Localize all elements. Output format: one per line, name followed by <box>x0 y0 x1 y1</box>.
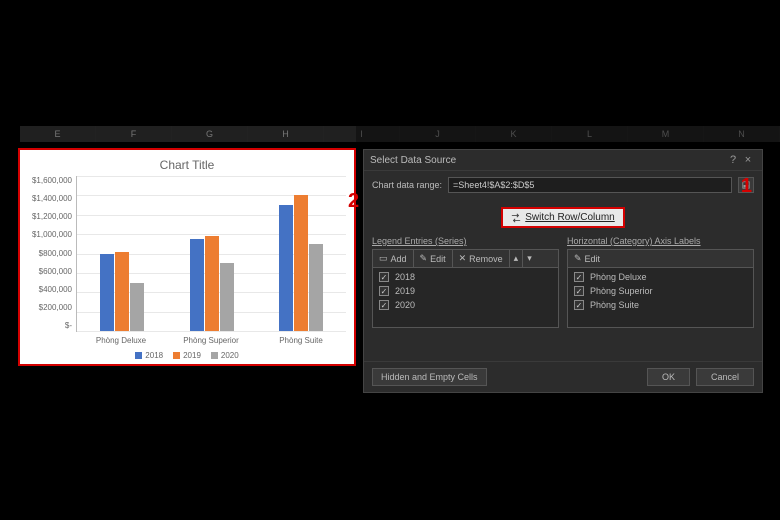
switch-button-label: Switch Row/Column <box>525 212 614 223</box>
hidden-empty-cells-button[interactable]: Hidden and Empty Cells <box>372 368 487 386</box>
ok-button[interactable]: OK <box>647 368 690 386</box>
col-header: E <box>20 126 96 142</box>
remove-series-button[interactable]: ✕Remove <box>453 250 510 267</box>
axis-labels-header: Horizontal (Category) Axis Labels <box>567 236 754 249</box>
list-item[interactable]: ✓Phòng Deluxe <box>570 270 751 284</box>
bar[interactable] <box>294 195 308 331</box>
col-header: H <box>248 126 324 142</box>
dialog-title: Select Data Source <box>370 155 726 166</box>
y-tick: $400,000 <box>28 285 72 294</box>
legend-entries-header: Legend Entries (Series) <box>372 236 559 249</box>
y-tick: $600,000 <box>28 267 72 276</box>
bar-group <box>77 176 167 331</box>
checkbox-icon[interactable]: ✓ <box>379 286 389 296</box>
y-tick: $1,600,000 <box>28 176 72 185</box>
col-header: F <box>96 126 172 142</box>
legend-entries-panel: Legend Entries (Series) ▭Add ✎Edit ✕Remo… <box>372 236 559 328</box>
move-down-button[interactable]: ▾ <box>523 250 536 267</box>
checkbox-icon[interactable]: ✓ <box>574 300 584 310</box>
range-label: Chart data range: <box>372 180 442 190</box>
col-header: J <box>400 126 476 142</box>
checkbox-icon[interactable]: ✓ <box>379 272 389 282</box>
bar[interactable] <box>205 236 219 331</box>
legend-label: 2020 <box>221 351 239 360</box>
bar[interactable] <box>309 244 323 331</box>
checkbox-icon[interactable]: ✓ <box>379 300 389 310</box>
col-header: N <box>704 126 780 142</box>
bar[interactable] <box>190 239 204 331</box>
list-item[interactable]: ✓Phòng Superior <box>570 284 751 298</box>
checkbox-icon[interactable]: ✓ <box>574 286 584 296</box>
bar[interactable] <box>130 283 144 331</box>
col-header: M <box>628 126 704 142</box>
legend-label: 2019 <box>183 351 201 360</box>
y-tick: $1,000,000 <box>28 230 72 239</box>
help-icon[interactable]: ? <box>726 154 740 166</box>
cancel-button[interactable]: Cancel <box>696 368 754 386</box>
legend-swatch <box>173 352 180 359</box>
legend-item: 2020 <box>211 351 239 360</box>
select-data-source-dialog: Select Data Source ? × Chart data range:… <box>363 149 763 393</box>
dialog-titlebar: Select Data Source ? × <box>364 150 762 171</box>
bar[interactable] <box>115 252 129 331</box>
switch-icon <box>511 213 521 223</box>
y-tick: $1,400,000 <box>28 194 72 203</box>
x-axis: Phòng Deluxe Phòng Superior Phòng Suite <box>76 332 346 345</box>
x-tick: Phòng Suite <box>256 336 346 345</box>
switch-row-column-button[interactable]: Switch Row/Column <box>501 207 624 228</box>
bar[interactable] <box>220 263 234 331</box>
annotation-two: 2 <box>348 190 359 213</box>
col-header: K <box>476 126 552 142</box>
edit-icon: ✎ <box>574 253 582 264</box>
close-icon[interactable]: × <box>740 154 756 166</box>
chart-container[interactable]: Chart Title $1,600,000 $1,400,000 $1,200… <box>18 148 356 366</box>
chevron-up-icon: ▴ <box>514 253 519 264</box>
legend-item: 2018 <box>135 351 163 360</box>
chevron-down-icon: ▾ <box>527 253 532 264</box>
y-tick: $- <box>28 321 72 330</box>
add-icon: ▭ <box>379 253 388 264</box>
edit-axis-button[interactable]: ✎Edit <box>568 250 606 267</box>
bar-group <box>167 176 257 331</box>
axis-toolbar: ✎Edit <box>567 249 754 268</box>
series-list: ✓2018 ✓2019 ✓2020 <box>372 268 559 328</box>
legend-swatch <box>211 352 218 359</box>
legend-item: 2019 <box>173 351 201 360</box>
list-item[interactable]: ✓2018 <box>375 270 556 284</box>
y-tick: $1,200,000 <box>28 212 72 221</box>
chart-title: Chart Title <box>28 156 346 176</box>
series-toolbar: ▭Add ✎Edit ✕Remove ▴ ▾ <box>372 249 559 268</box>
y-tick: $200,000 <box>28 303 72 312</box>
remove-icon: ✕ <box>459 253 467 264</box>
x-tick: Phòng Deluxe <box>76 336 166 345</box>
list-item[interactable]: ✓2020 <box>375 298 556 312</box>
column-headers: E F G H I J K L M N <box>20 126 780 142</box>
edit-icon: ✎ <box>420 253 428 264</box>
list-item[interactable]: ✓Phòng Suite <box>570 298 751 312</box>
annotation-one: 1 <box>741 175 752 198</box>
col-header: L <box>552 126 628 142</box>
bar-group <box>256 176 346 331</box>
edit-series-button[interactable]: ✎Edit <box>414 250 453 267</box>
chart-legend: 2018 2019 2020 <box>28 345 346 360</box>
bar[interactable] <box>279 205 293 331</box>
col-header: G <box>172 126 248 142</box>
y-axis: $1,600,000 $1,400,000 $1,200,000 $1,000,… <box>28 176 76 332</box>
axis-list: ✓Phòng Deluxe ✓Phòng Superior ✓Phòng Sui… <box>567 268 754 328</box>
col-header: I <box>324 126 400 142</box>
add-series-button[interactable]: ▭Add <box>373 250 414 267</box>
chart-data-range-input[interactable] <box>448 177 732 193</box>
legend-swatch <box>135 352 142 359</box>
legend-label: 2018 <box>145 351 163 360</box>
move-up-button[interactable]: ▴ <box>510 250 524 267</box>
bar[interactable] <box>100 254 114 332</box>
dialog-footer: Hidden and Empty Cells OK Cancel <box>364 361 762 392</box>
checkbox-icon[interactable]: ✓ <box>574 272 584 282</box>
plot-area <box>76 176 346 332</box>
y-tick: $800,000 <box>28 249 72 258</box>
x-tick: Phòng Superior <box>166 336 256 345</box>
list-item[interactable]: ✓2019 <box>375 284 556 298</box>
axis-labels-panel: Horizontal (Category) Axis Labels ✎Edit … <box>567 236 754 328</box>
